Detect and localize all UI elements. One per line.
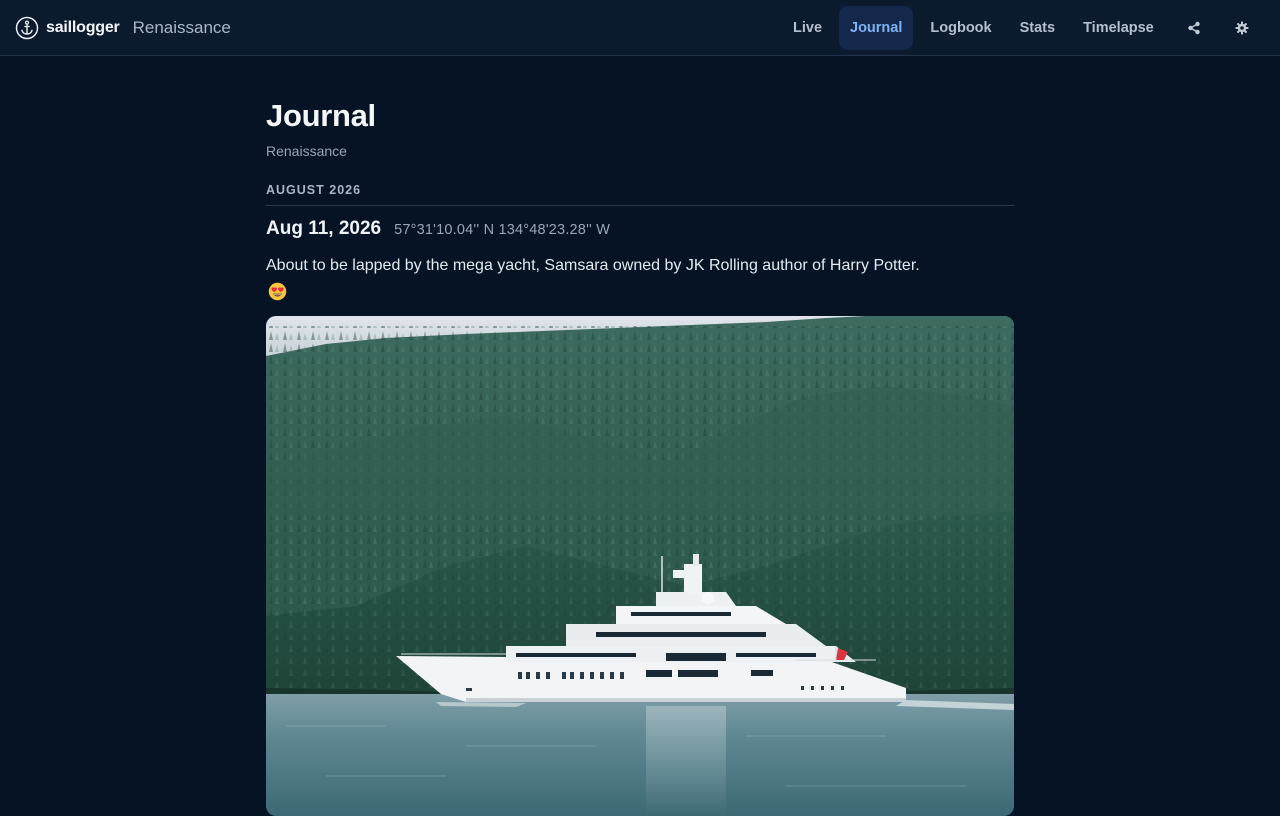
top-bar: saillogger Renaissance Live Journal Logb… — [0, 0, 1280, 56]
anchor-icon — [15, 16, 39, 39]
entry-text: About to be lapped by the mega yacht, Sa… — [266, 252, 926, 306]
share-button[interactable] — [1180, 14, 1208, 42]
gear-icon — [1235, 21, 1249, 35]
page-subtitle: Renaissance — [266, 143, 347, 159]
share-icon — [1188, 21, 1200, 35]
entry-photo[interactable] — [266, 316, 1014, 816]
nav-live[interactable]: Live — [782, 6, 833, 50]
main-nav: Live Journal Logbook Stats Timelapse — [782, 6, 1171, 50]
journal-entry: Aug 11, 2026 57°31'10.04'' N 134°48'23.2… — [266, 218, 1014, 306]
boat-name: Renaissance — [132, 17, 231, 37]
nav-journal[interactable]: Journal — [839, 6, 914, 50]
entry-body: About to be lapped by the mega yacht, Sa… — [266, 257, 920, 274]
settings-button[interactable] — [1228, 14, 1256, 42]
page-title: Journal — [266, 98, 376, 133]
heart-eyes-emoji-icon — [268, 282, 287, 301]
brand-name: saillogger — [46, 18, 120, 36]
journal-content: Journal Renaissance AUGUST 2026 Aug 11, … — [266, 56, 1014, 816]
entry-header: Aug 11, 2026 57°31'10.04'' N 134°48'23.2… — [266, 218, 1014, 242]
nav-timelapse[interactable]: Timelapse — [1072, 6, 1165, 50]
entry-coordinates[interactable]: 57°31'10.04'' N 134°48'23.28'' W — [394, 222, 610, 238]
nav-stats[interactable]: Stats — [1009, 6, 1066, 50]
entry-date[interactable]: Aug 11, 2026 — [266, 218, 381, 240]
month-header: AUGUST 2026 — [266, 183, 1014, 206]
brand[interactable]: saillogger Renaissance — [15, 0, 231, 56]
nav-logbook[interactable]: Logbook — [919, 6, 1002, 50]
